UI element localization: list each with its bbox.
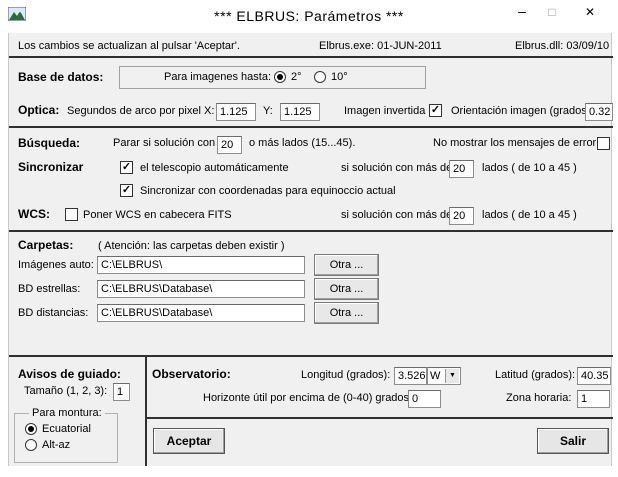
close-button[interactable]: ✕: [568, 4, 612, 22]
sync-sides-suffix: lados ( de 10 a 45 ): [482, 162, 577, 174]
folder-browse-stars-button[interactable]: Otra ...: [314, 278, 379, 300]
folder-label-distances: BD distancias:: [18, 307, 89, 319]
images-up-to-label: Para imagenes hasta:: [164, 71, 272, 83]
wcs-sides-prefix: si solución con más de: [341, 209, 453, 221]
pixel-scale-x-field[interactable]: 1.125: [216, 103, 256, 121]
chevron-down-icon[interactable]: ▼: [445, 369, 459, 383]
folder-browse-distances-button[interactable]: Otra ...: [314, 302, 379, 324]
radio-altaz[interactable]: [25, 439, 37, 451]
search-label: Búsqueda:: [18, 136, 81, 150]
sync-auto-checkbox[interactable]: ✓: [120, 161, 133, 174]
longitude-direction-select[interactable]: W ▼: [427, 367, 461, 385]
wcs-header-checkbox[interactable]: [65, 208, 78, 221]
sync-sides-prefix: si solución con más de: [341, 162, 453, 174]
dll-version: Elbrus.dll: 03/09/10: [515, 40, 610, 52]
arcsec-label: Segundos de arco por pixel X:: [67, 105, 215, 117]
folder-label-images: Imágenes auto:: [18, 259, 94, 271]
pixel-scale-y-field[interactable]: 1.125: [280, 103, 320, 121]
maximize-icon: □: [548, 5, 556, 19]
sync-label: Sincronizar: [18, 160, 84, 174]
folder-label-stars: BD estrellas:: [18, 283, 81, 295]
update-notice: Los cambios se actualizan al pulsar 'Ace…: [18, 40, 240, 52]
horizon-label: Horizonte útil por encima de (0-40) grad…: [203, 392, 413, 404]
radio-10-degrees-label: 10°: [331, 71, 348, 83]
mount-label: Para montura:: [29, 407, 105, 420]
longitude-direction-value: W: [430, 370, 441, 382]
inverted-label: Imagen invertida: [344, 105, 426, 117]
radio-equatorial[interactable]: [25, 423, 37, 435]
folder-path-images[interactable]: C:\ELBRUS\: [97, 256, 305, 274]
latitude-label: Latitud (grados):: [495, 369, 576, 381]
exe-version: Elbrus.exe: 01-JUN-2011: [319, 40, 442, 52]
timezone-field[interactable]: 1: [577, 390, 610, 408]
exit-button[interactable]: Salir: [537, 428, 609, 454]
minimize-icon: –: [518, 3, 526, 19]
radio-2-degrees[interactable]: [274, 71, 286, 83]
radio-2-degrees-label: 2°: [291, 71, 302, 83]
folders-warning: ( Atención: las carpetas deben existir ): [98, 240, 285, 252]
mount-groupbox: [14, 413, 118, 463]
close-icon: ✕: [584, 5, 596, 19]
orientation-label: Orientación imagen (grados):: [451, 105, 594, 117]
wcs-sides-suffix: lados ( de 10 a 45 ): [482, 209, 577, 221]
guiding-size-field[interactable]: 1: [113, 383, 130, 401]
divider-actions: [145, 417, 613, 419]
latitude-field[interactable]: 40.35: [577, 367, 611, 385]
sync-sides-field[interactable]: 20: [449, 160, 474, 178]
folder-path-distances[interactable]: C:\ELBRUS\Database\: [97, 304, 305, 322]
database-label: Base de datos:: [18, 70, 104, 84]
minimize-button[interactable]: –: [508, 4, 536, 22]
guiding-size-label: Tamaño (1, 2, 3):: [24, 385, 108, 397]
sync-auto-label: el telescopio automáticamente: [140, 162, 289, 174]
wcs-sides-field[interactable]: 20: [449, 207, 474, 225]
inverted-checkbox[interactable]: ✓: [429, 104, 442, 117]
divider-top: [9, 56, 613, 58]
guiding-label: Avisos de guiado:: [18, 367, 121, 381]
divider-folders: [9, 355, 613, 357]
observatory-label: Observatorio:: [152, 367, 231, 381]
longitude-label: Longitud (grados):: [301, 369, 391, 381]
horizon-field[interactable]: 0: [408, 390, 441, 408]
orientation-field[interactable]: 0.32: [585, 103, 613, 121]
folders-label: Carpetas:: [18, 238, 74, 252]
folder-browse-images-button[interactable]: Otra ...: [314, 254, 379, 276]
sync-equinox-label: Sincronizar con coordenadas para equinoc…: [140, 185, 396, 197]
dialog-client-area: Los cambios se actualizan al pulsar 'Ace…: [8, 33, 613, 466]
longitude-field[interactable]: 3.526: [394, 367, 427, 385]
sync-equinox-checkbox[interactable]: ✓: [120, 184, 133, 197]
accept-button[interactable]: Aceptar: [153, 428, 225, 454]
y-label: Y:: [263, 105, 273, 117]
divider-search: [9, 230, 613, 232]
wcs-label: WCS:: [18, 207, 50, 221]
title-bar: *** ELBRUS: Parámetros *** – □ ✕: [0, 0, 618, 33]
folder-path-stars[interactable]: C:\ELBRUS\Database\: [97, 280, 305, 298]
stop-prefix: Parar si solución con: [113, 137, 216, 149]
optics-label: Optica:: [18, 103, 60, 117]
hide-errors-checkbox[interactable]: [597, 137, 610, 150]
stop-suffix: o más lados (15...45).: [249, 137, 356, 149]
divider-vertical: [145, 355, 147, 466]
maximize-button[interactable]: □: [538, 4, 566, 22]
divider-optics: [9, 126, 613, 128]
stop-sides-field[interactable]: 20: [217, 136, 242, 154]
wcs-header-label: Poner WCS en cabecera FITS: [83, 209, 232, 221]
hide-errors-label: No mostrar los mensajes de error: [433, 137, 597, 149]
timezone-label: Zona horaria:: [506, 392, 572, 404]
radio-altaz-label: Alt-az: [42, 439, 71, 451]
radio-10-degrees[interactable]: [314, 71, 326, 83]
radio-equatorial-label: Ecuatorial: [42, 423, 91, 435]
